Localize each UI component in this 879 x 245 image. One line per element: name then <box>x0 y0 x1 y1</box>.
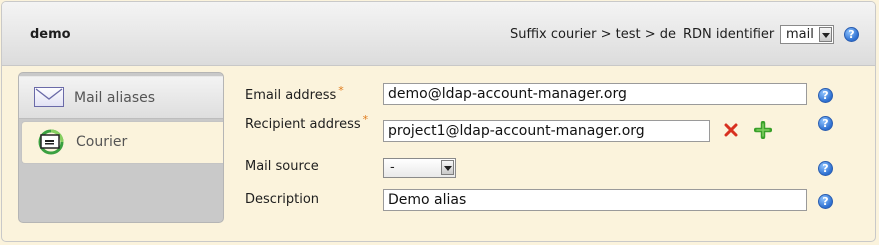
mail-source-label: Mail source <box>245 159 319 174</box>
tab-courier-label: Courier <box>76 134 128 150</box>
help-icon[interactable]: ? <box>818 116 833 131</box>
recipient-address-label-text: Recipient address <box>245 117 361 132</box>
required-marker: * <box>338 84 344 97</box>
description-label: Description <box>245 192 320 207</box>
rdn-identifier-value: mail <box>786 27 814 42</box>
help-icon[interactable]: ? <box>818 161 833 176</box>
suffix-breadcrumb: Suffix courier > test > de <box>510 27 677 42</box>
tab-mail-aliases-label: Mail aliases <box>74 90 156 106</box>
panel-header: demo Suffix courier > test > de RDN iden… <box>2 2 875 66</box>
mail-source-value: - <box>390 160 395 175</box>
module-tabs: Mail aliases Courier <box>18 72 224 223</box>
rdn-identifier-select[interactable]: mail <box>780 25 834 44</box>
account-panel: demo Suffix courier > test > de RDN iden… <box>1 1 876 242</box>
chevron-down-icon <box>441 160 454 175</box>
email-address-label-text: Email address <box>245 88 337 103</box>
mail-source-select[interactable]: - <box>383 158 456 178</box>
required-marker: * <box>362 113 369 126</box>
tab-courier[interactable]: Courier <box>21 121 223 164</box>
description-field[interactable]: Demo alias <box>383 189 807 211</box>
chevron-down-icon <box>819 27 832 42</box>
courier-icon <box>37 128 65 156</box>
recipient-address-label: Recipient address * <box>245 113 368 132</box>
email-address-field[interactable]: demo@ldap-account-manager.org <box>383 83 807 105</box>
page-title: demo <box>30 27 71 42</box>
rdn-identifier-label: RDN identifier <box>683 27 775 42</box>
envelope-icon <box>34 87 64 107</box>
help-icon[interactable]: ? <box>818 88 833 103</box>
help-icon[interactable]: ? <box>844 27 859 42</box>
tab-mail-aliases[interactable]: Mail aliases <box>19 76 223 119</box>
add-icon[interactable] <box>753 120 773 140</box>
help-icon[interactable]: ? <box>818 194 833 209</box>
recipient-address-field[interactable]: project1@ldap-account-manager.org <box>383 120 710 142</box>
email-address-label: Email address * <box>245 84 344 103</box>
delete-icon[interactable] <box>724 123 738 137</box>
